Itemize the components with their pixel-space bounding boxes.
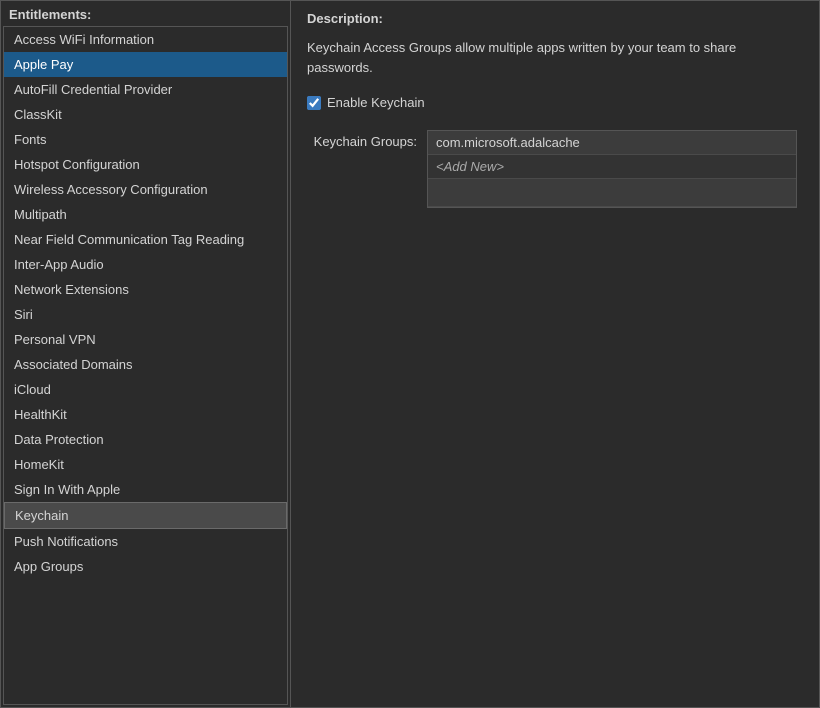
keychain-groups-label: Keychain Groups:	[307, 130, 417, 149]
right-panel: Description: Keychain Access Groups allo…	[291, 1, 819, 707]
entitlement-item[interactable]: HealthKit	[4, 402, 287, 427]
entitlement-item[interactable]: Multipath	[4, 202, 287, 227]
keychain-groups-table: com.microsoft.adalcache<Add New>	[427, 130, 797, 208]
left-panel: Entitlements: Access WiFi InformationApp…	[1, 1, 291, 707]
main-container: Entitlements: Access WiFi InformationApp…	[0, 0, 820, 708]
keychain-group-row	[428, 179, 796, 207]
entitlement-item[interactable]: Fonts	[4, 127, 287, 152]
entitlement-item[interactable]: Network Extensions	[4, 277, 287, 302]
description-header: Description:	[307, 11, 803, 26]
entitlement-item[interactable]: Personal VPN	[4, 327, 287, 352]
entitlement-item[interactable]: Near Field Communication Tag Reading	[4, 227, 287, 252]
entitlement-item[interactable]: Associated Domains	[4, 352, 287, 377]
entitlement-item[interactable]: Keychain	[4, 502, 287, 529]
entitlement-item[interactable]: App Groups	[4, 554, 287, 579]
entitlement-item[interactable]: Hotspot Configuration	[4, 152, 287, 177]
entitlement-item[interactable]: Inter-App Audio	[4, 252, 287, 277]
entitlements-header: Entitlements:	[1, 1, 290, 26]
entitlement-item[interactable]: Push Notifications	[4, 529, 287, 554]
entitlement-item[interactable]: Access WiFi Information	[4, 27, 287, 52]
add-new-group-row[interactable]: <Add New>	[428, 155, 796, 179]
keychain-group-row: com.microsoft.adalcache	[428, 131, 796, 155]
entitlement-item[interactable]: ClassKit	[4, 102, 287, 127]
enable-keychain-row: Enable Keychain	[307, 95, 803, 110]
entitlement-item[interactable]: Wireless Accessory Configuration	[4, 177, 287, 202]
entitlement-item[interactable]: iCloud	[4, 377, 287, 402]
entitlement-item[interactable]: Sign In With Apple	[4, 477, 287, 502]
enable-keychain-checkbox[interactable]	[307, 96, 321, 110]
enable-keychain-label[interactable]: Enable Keychain	[327, 95, 425, 110]
keychain-groups-section: Keychain Groups: com.microsoft.adalcache…	[307, 130, 803, 208]
entitlement-list: Access WiFi InformationApple PayAutoFill…	[3, 26, 288, 705]
description-text: Keychain Access Groups allow multiple ap…	[307, 38, 803, 77]
entitlement-item[interactable]: Data Protection	[4, 427, 287, 452]
entitlement-item[interactable]: Apple Pay	[4, 52, 287, 77]
entitlement-item[interactable]: AutoFill Credential Provider	[4, 77, 287, 102]
entitlement-item[interactable]: Siri	[4, 302, 287, 327]
entitlement-item[interactable]: HomeKit	[4, 452, 287, 477]
